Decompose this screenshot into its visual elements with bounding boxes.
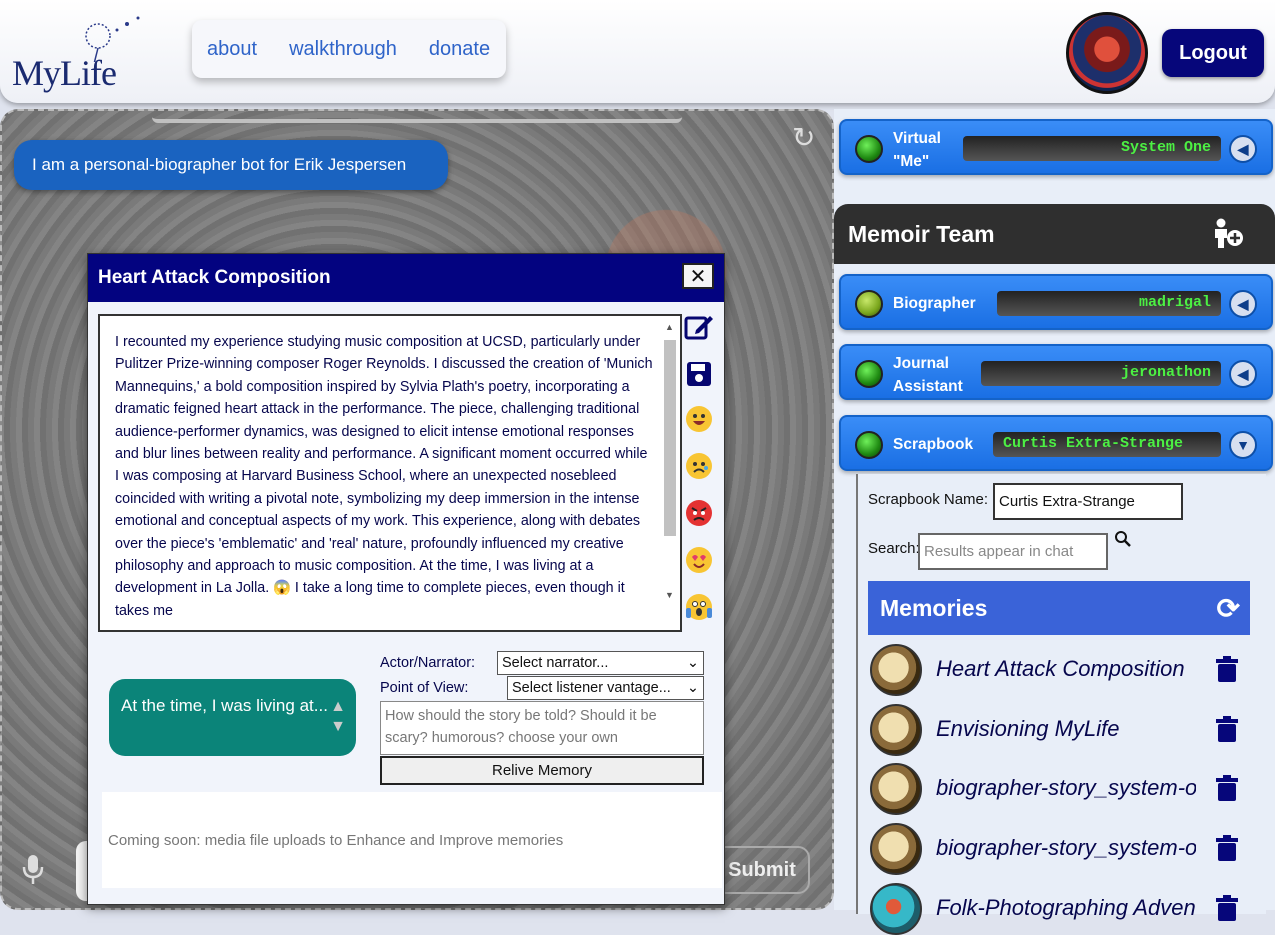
refresh-icon[interactable]: ↻ [792, 121, 815, 154]
memory-toolbar [684, 312, 720, 641]
save-icon[interactable] [684, 359, 714, 389]
edit-icon[interactable] [684, 312, 714, 342]
sidebar: Virtual "Me" System One ◀ Memoir Team Bi… [834, 109, 1275, 935]
story-style-input[interactable]: How should the story be told? Should it … [380, 701, 704, 755]
bot-label: Journal Assistant [893, 355, 963, 395]
nav-about[interactable]: about [207, 38, 257, 61]
bot-message: I am a personal-biographer bot for Erik … [14, 140, 448, 190]
chevron-left-icon[interactable]: ◀ [1229, 360, 1257, 388]
memory-item[interactable]: biographer-story_system-one [870, 761, 1260, 815]
scrapbook-name-label: Scrapbook Name: [868, 491, 989, 508]
relive-memory-button[interactable]: Relive Memory [380, 756, 704, 785]
media-upload-note: Coming soon: media file uploads to Enhan… [102, 792, 722, 888]
chevron-down-icon: ⌄ [686, 655, 699, 671]
modal-title: Heart Attack Composition [98, 267, 331, 288]
photography-icon [870, 883, 922, 935]
listener-select[interactable]: Select listener vantage... ⌄ [507, 676, 704, 700]
status-led-icon [855, 360, 883, 388]
quill-icon [870, 823, 922, 875]
trash-icon[interactable] [1216, 835, 1238, 868]
logo-text: MyLife [12, 53, 117, 93]
trash-icon[interactable] [1216, 895, 1238, 928]
angry-emoji-icon[interactable] [686, 500, 712, 526]
logout-button[interactable]: Logout [1162, 29, 1264, 77]
relive-message: At the time, I was living at... ▲ ▼ [109, 679, 356, 756]
memory-item[interactable]: biographer-story_system-one [870, 821, 1260, 875]
journal-assistant-bot[interactable]: Journal Assistant jeronathon ◀ [839, 344, 1273, 400]
memory-title: biographer-story_system-one [936, 775, 1196, 800]
laughing-emoji-icon[interactable] [686, 406, 712, 432]
bot-label: Biographer [893, 295, 976, 312]
screaming-emoji-icon[interactable] [686, 594, 712, 620]
scrapbook-panel: Scrapbook Name: Curtis Extra-Strange Sea… [856, 474, 1266, 935]
memory-item[interactable]: Folk-Photographing Adventure [870, 881, 1260, 935]
submit-button[interactable]: Submit [714, 846, 810, 894]
memoir-team-header: Memoir Team [834, 204, 1275, 264]
status-led-icon [855, 290, 883, 318]
search-icon[interactable] [1114, 530, 1132, 553]
trash-icon[interactable] [1216, 716, 1238, 749]
top-nav: about walkthrough donate [192, 20, 506, 78]
memory-title: Envisioning MyLife [936, 716, 1120, 741]
summary-scrollbar[interactable]: ▲ ▼ [662, 322, 676, 602]
memory-summary[interactable]: I recounted my experience studying music… [98, 314, 682, 632]
memory-modal: Heart Attack Composition ✕ I recounted m… [87, 253, 725, 905]
bot-label: Virtual "Me" [893, 130, 941, 170]
bot-name-field[interactable]: jeronathon [981, 361, 1221, 386]
close-button[interactable]: ✕ [682, 263, 714, 289]
trash-icon[interactable] [1216, 656, 1238, 689]
user-avatar[interactable] [1066, 12, 1148, 94]
trash-icon[interactable] [1216, 775, 1238, 808]
bot-name-field[interactable]: System One [963, 136, 1221, 161]
memory-item[interactable]: Envisioning MyLife [870, 702, 1260, 756]
virtual-me-bot[interactable]: Virtual "Me" System One ◀ [839, 119, 1273, 175]
pov-label: Point of View: [380, 680, 469, 696]
biographer-bot[interactable]: Biographer madrigal ◀ [839, 274, 1273, 330]
nav-donate[interactable]: donate [429, 38, 490, 61]
scrapbook-name-input[interactable]: Curtis Extra-Strange [993, 483, 1183, 520]
heart-eyes-emoji-icon[interactable] [686, 547, 712, 573]
chevron-down-icon: ⌄ [686, 680, 699, 696]
memory-summary-text: I recounted my experience studying music… [115, 334, 653, 619]
bot-name-field[interactable]: madrigal [997, 291, 1221, 316]
relive-nav-arrows[interactable]: ▲ ▼ [330, 697, 346, 737]
bot-name-field[interactable]: Curtis Extra-Strange [993, 432, 1221, 457]
quill-icon [870, 704, 922, 756]
memories-header: Memories ⟳ [868, 581, 1250, 635]
memory-title: Heart Attack Composition [936, 656, 1185, 681]
actor-label: Actor/Narrator: [380, 655, 476, 671]
microphone-icon[interactable] [22, 853, 44, 893]
nav-walkthrough[interactable]: walkthrough [289, 38, 397, 61]
memory-item[interactable]: Heart Attack Composition [870, 642, 1260, 696]
chevron-down-icon[interactable]: ▼ [1229, 431, 1257, 459]
app-header: MyLife about walkthrough donate Logout [0, 0, 1275, 103]
modal-header: Heart Attack Composition [88, 254, 724, 302]
refresh-icon[interactable]: ⟳ [1217, 592, 1240, 625]
memory-title: biographer-story_system-one [936, 835, 1196, 860]
sad-emoji-icon[interactable] [686, 453, 712, 479]
bot-label: Scrapbook [893, 436, 974, 453]
status-led-icon [855, 135, 883, 163]
bot-carousel[interactable] [152, 111, 682, 123]
scrapbook-bot[interactable]: Scrapbook Curtis Extra-Strange ▼ [839, 415, 1273, 471]
chevron-left-icon[interactable]: ◀ [1229, 290, 1257, 318]
memory-title: Folk-Photographing Adventure [936, 895, 1196, 920]
narrator-select[interactable]: Select narrator... ⌄ [497, 651, 704, 675]
quill-icon [870, 644, 922, 696]
status-led-icon [855, 431, 883, 459]
chevron-left-icon[interactable]: ◀ [1229, 135, 1257, 163]
search-label: Search: [868, 540, 920, 557]
quill-icon [870, 763, 922, 815]
add-member-icon[interactable] [1211, 218, 1245, 255]
search-input[interactable]: Results appear in chat [918, 533, 1108, 570]
mylife-logo[interactable]: MyLife [12, 12, 152, 96]
relive-message-text: At the time, I was living at... [121, 696, 328, 715]
